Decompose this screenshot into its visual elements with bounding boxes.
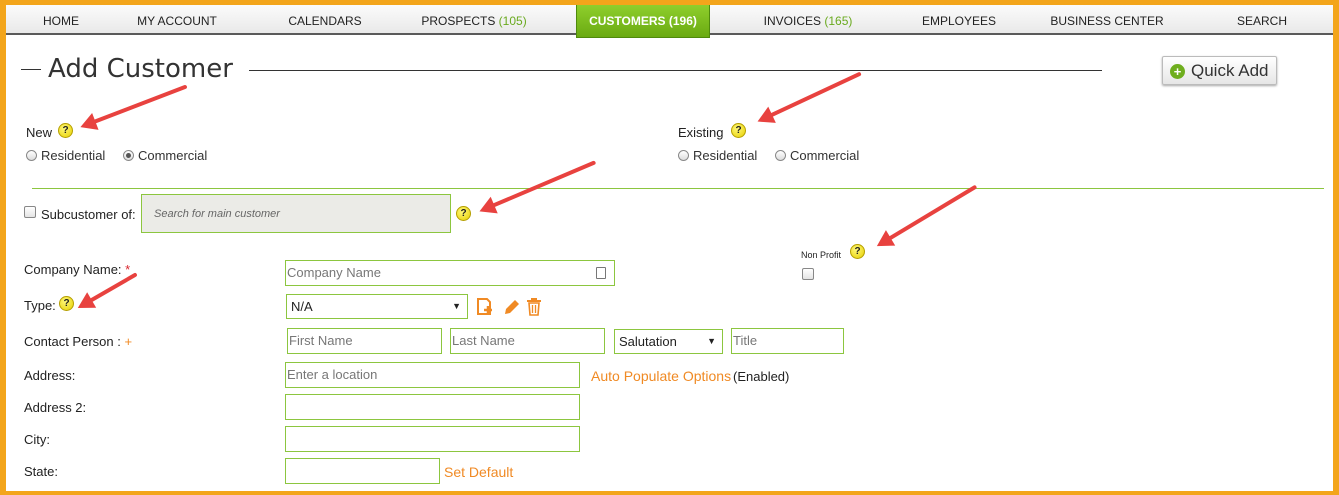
address2-label: Address 2: (24, 400, 87, 415)
contact-card-icon (596, 267, 606, 279)
nav-customers[interactable]: CUSTOMERS (196) (576, 5, 710, 38)
nav-invoices[interactable]: INVOICES (165) (764, 5, 853, 35)
app-frame: HOME MY ACCOUNT CALENDARS PROSPECTS (105… (6, 5, 1333, 491)
nav-calendars[interactable]: CALENDARS (288, 5, 361, 35)
caret-down-icon: ▼ (707, 336, 716, 346)
section-divider (32, 188, 1324, 189)
type-select-value: N/A (291, 299, 313, 314)
help-icon[interactable]: ? (58, 123, 73, 138)
annotation-arrow (484, 160, 597, 211)
trash-icon[interactable] (526, 297, 542, 316)
edit-pencil-icon[interactable] (503, 298, 521, 316)
type-label: Type: (24, 298, 56, 313)
new-customer-type: Residential Commercial (26, 148, 221, 163)
annotation-arrow (85, 84, 188, 127)
set-default-link[interactable]: Set Default (444, 464, 513, 480)
subcustomer-label: Subcustomer of: (41, 207, 136, 222)
add-type-icon[interactable] (475, 297, 495, 317)
nav-my-account[interactable]: MY ACCOUNT (137, 5, 217, 35)
address-label: Address: (24, 368, 76, 383)
non-profit-label: Non Profit (801, 250, 842, 260)
radio-icon (26, 150, 37, 161)
radio-icon (774, 150, 786, 161)
nav-business-center[interactable]: BUSINESS CENTER (1050, 5, 1163, 35)
company-name-input[interactable]: Company Name (285, 260, 615, 286)
help-icon[interactable]: ? (731, 123, 746, 138)
auto-populate-status: (Enabled) (733, 369, 790, 384)
existing-residential-label: Residential (693, 148, 758, 163)
contact-person-label-text: Contact Person : (24, 334, 121, 349)
title-rule (249, 70, 1102, 71)
help-icon[interactable]: ? (59, 296, 74, 311)
nav-employees[interactable]: EMPLOYEES (922, 5, 996, 35)
nav-prospects-count: (105) (498, 14, 527, 28)
nav-prospects-label: PROSPECTS (421, 14, 496, 28)
title-input[interactable]: Title (731, 328, 844, 354)
address-input[interactable]: Enter a location (285, 362, 580, 388)
radio-checked-icon (122, 150, 134, 161)
new-commercial-label: Commercial (137, 148, 208, 163)
type-select[interactable]: N/A ▼ (286, 294, 468, 319)
main-customer-search-input[interactable]: Search for main customer (141, 194, 451, 233)
radio-icon (678, 150, 689, 161)
add-contact-plus[interactable]: + (124, 334, 132, 349)
company-name-label-text: Company Name: (24, 262, 122, 277)
nav-prospects[interactable]: PROSPECTS (105) (421, 5, 526, 35)
existing-customer-type: Residential Commercial (678, 148, 873, 163)
first-name-input[interactable]: First Name (287, 328, 442, 354)
state-label: State: (24, 464, 58, 479)
existing-residential-radio[interactable]: Residential (678, 148, 757, 163)
annotation-arrow (880, 184, 978, 245)
new-label: New (26, 125, 53, 140)
page-title: Add Customer (48, 54, 233, 84)
nav-search[interactable]: SEARCH (1237, 5, 1287, 35)
contact-person-label: Contact Person : + (24, 334, 132, 349)
nav-invoices-count: (165) (824, 14, 853, 28)
company-name-label: Company Name: * (24, 262, 130, 277)
salutation-select-value: Salutation (619, 334, 677, 349)
plus-icon: + (1170, 64, 1185, 79)
main-nav: HOME MY ACCOUNT CALENDARS PROSPECTS (105… (6, 5, 1333, 38)
city-label: City: (24, 432, 50, 447)
quick-add-label: Quick Add (1191, 61, 1269, 80)
state-input[interactable] (285, 458, 440, 484)
auto-populate-options-link[interactable]: Auto Populate Options (591, 368, 731, 384)
subcustomer-checkbox[interactable] (24, 206, 36, 218)
annotation-arrow (762, 71, 862, 121)
nav-home[interactable]: HOME (43, 5, 79, 35)
company-name-placeholder: Company Name (287, 265, 381, 280)
new-residential-radio[interactable]: Residential (26, 148, 105, 163)
help-icon[interactable]: ? (456, 206, 471, 221)
existing-commercial-radio[interactable]: Commercial (774, 148, 860, 163)
nav-invoices-label: INVOICES (763, 14, 821, 28)
city-input[interactable] (285, 426, 580, 452)
help-icon[interactable]: ? (850, 244, 865, 259)
title-dash (21, 69, 41, 70)
last-name-input[interactable]: Last Name (450, 328, 605, 354)
quick-add-button[interactable]: + Quick Add (1162, 56, 1277, 85)
caret-down-icon: ▼ (452, 301, 461, 311)
salutation-select[interactable]: Salutation ▼ (614, 329, 723, 354)
new-commercial-radio[interactable]: Commercial (122, 148, 208, 163)
existing-label: Existing (678, 125, 724, 140)
existing-commercial-label: Commercial (789, 148, 860, 163)
non-profit-checkbox[interactable] (802, 268, 814, 280)
new-residential-label: Residential (41, 148, 106, 163)
annotation-arrow (82, 272, 138, 307)
address2-input[interactable] (285, 394, 580, 420)
